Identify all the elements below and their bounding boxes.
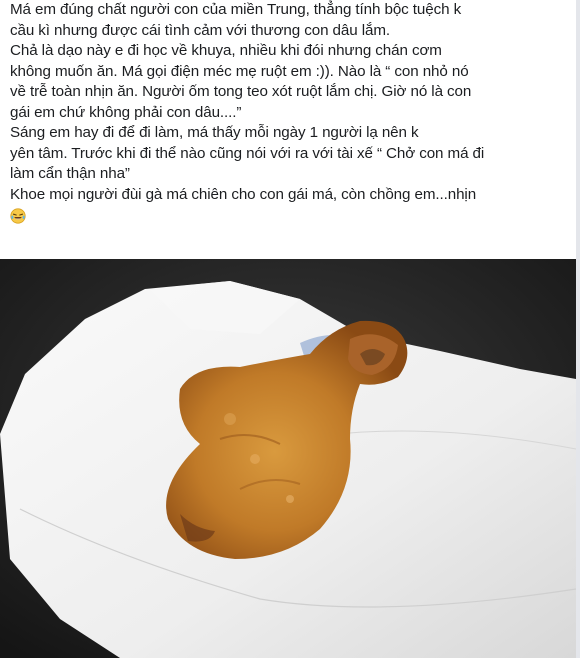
post-line: Má em đúng chất người con của miền Trung… (10, 1, 462, 18)
laughing-crying-emoji (10, 208, 26, 224)
post-line: cầu kì nhưng được cái tình cảm với thươn… (10, 21, 391, 39)
right-border (576, 0, 580, 658)
post-photo[interactable] (0, 259, 576, 658)
post-line: về trễ toàn nhịn ăn. Người ốm tong teo x… (10, 83, 472, 100)
post-line: Khoe mọi người đùi gà má chiên cho con g… (10, 185, 477, 203)
post-line: gái em chứ không phải con dâu....” (10, 103, 242, 121)
post-line: yên tâm. Trước khi đi thể nào cũng nói v… (10, 144, 485, 162)
post-line: làm cẩn thận nha” (10, 165, 130, 182)
post-line: Chả là dạo này e đi học về khuya, nhiều … (10, 42, 442, 59)
post-line: không muốn ăn. Má gọi điện méc mẹ ruột e… (10, 62, 469, 80)
post-text: Má em đúng chất người con của miền Trung… (0, 0, 576, 258)
chicken-drumstick-photo (0, 259, 576, 658)
post-line: Sáng em hay đi để đi làm, má thấy mỗi ng… (10, 124, 419, 141)
